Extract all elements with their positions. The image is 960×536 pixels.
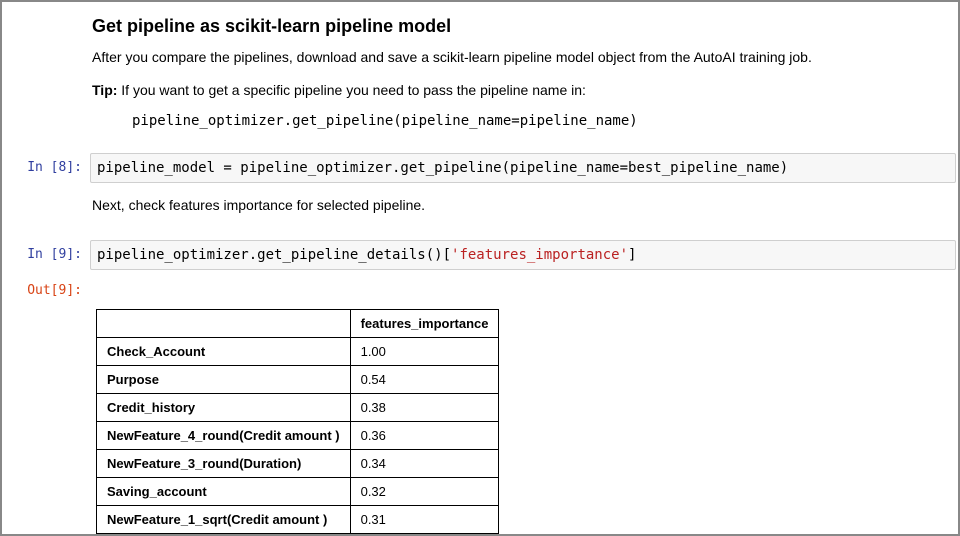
tip-paragraph: Tip: If you want to get a specific pipel… [92,80,948,101]
row-value: 0.34 [350,450,499,478]
row-index: Check_Account [97,338,351,366]
code-cell-8[interactable]: In [8]: pipeline_model = pipeline_optimi… [2,153,958,183]
row-value: 0.54 [350,366,499,394]
tip-label: Tip: [92,82,117,98]
code-input-8[interactable]: pipeline_model = pipeline_optimizer.get_… [90,153,956,183]
between-paragraph: Next, check features importance for sele… [92,195,948,216]
row-value: 0.36 [350,422,499,450]
intro-paragraph: After you compare the pipelines, downloa… [92,47,948,68]
features-importance-table: features_importance Check_Account 1.00 P… [96,309,499,534]
table-row: NewFeature_3_round(Duration) 0.34 [97,450,499,478]
table-header-value: features_importance [350,310,499,338]
tip-text: If you want to get a specific pipeline y… [117,82,586,98]
table-header-index [97,310,351,338]
output-prompt: Out[9]: [2,276,90,303]
section-heading: Get pipeline as scikit-learn pipeline mo… [92,16,948,37]
row-index: NewFeature_4_round(Credit amount ) [97,422,351,450]
row-value: 1.00 [350,338,499,366]
table-row: NewFeature_4_round(Credit amount ) 0.36 [97,422,499,450]
notebook-container: Get pipeline as scikit-learn pipeline mo… [2,2,958,534]
row-value: 0.32 [350,478,499,506]
output-cell-9: Out[9]: [2,276,958,303]
table-row: Saving_account 0.32 [97,478,499,506]
row-index: Purpose [97,366,351,394]
input-prompt: In [8]: [2,153,90,180]
output-area: features_importance Check_Account 1.00 P… [2,309,958,534]
table-row: Purpose 0.54 [97,366,499,394]
table-header-row: features_importance [97,310,499,338]
code-cell-9[interactable]: In [9]: pipeline_optimizer.get_pipeline_… [2,240,958,270]
code-input-9[interactable]: pipeline_optimizer.get_pipeline_details(… [90,240,956,270]
row-index: Credit_history [97,394,351,422]
code-string-literal: 'features_importance' [451,247,628,263]
row-value: 0.38 [350,394,499,422]
markdown-cell: Get pipeline as scikit-learn pipeline mo… [2,2,948,147]
table-row: NewFeature_1_sqrt(Credit amount ) 0.31 [97,506,499,534]
table-row: Credit_history 0.38 [97,394,499,422]
table-row: Check_Account 1.00 [97,338,499,366]
row-value: 0.31 [350,506,499,534]
row-index: NewFeature_3_round(Duration) [97,450,351,478]
code-pre: pipeline_optimizer.get_pipeline_details(… [97,247,451,263]
inline-code-example: pipeline_optimizer.get_pipeline(pipeline… [92,113,948,129]
input-prompt: In [9]: [2,240,90,267]
row-index: Saving_account [97,478,351,506]
code-post: ] [628,247,636,263]
markdown-cell-between: Next, check features importance for sele… [2,189,948,234]
row-index: NewFeature_1_sqrt(Credit amount ) [97,506,351,534]
